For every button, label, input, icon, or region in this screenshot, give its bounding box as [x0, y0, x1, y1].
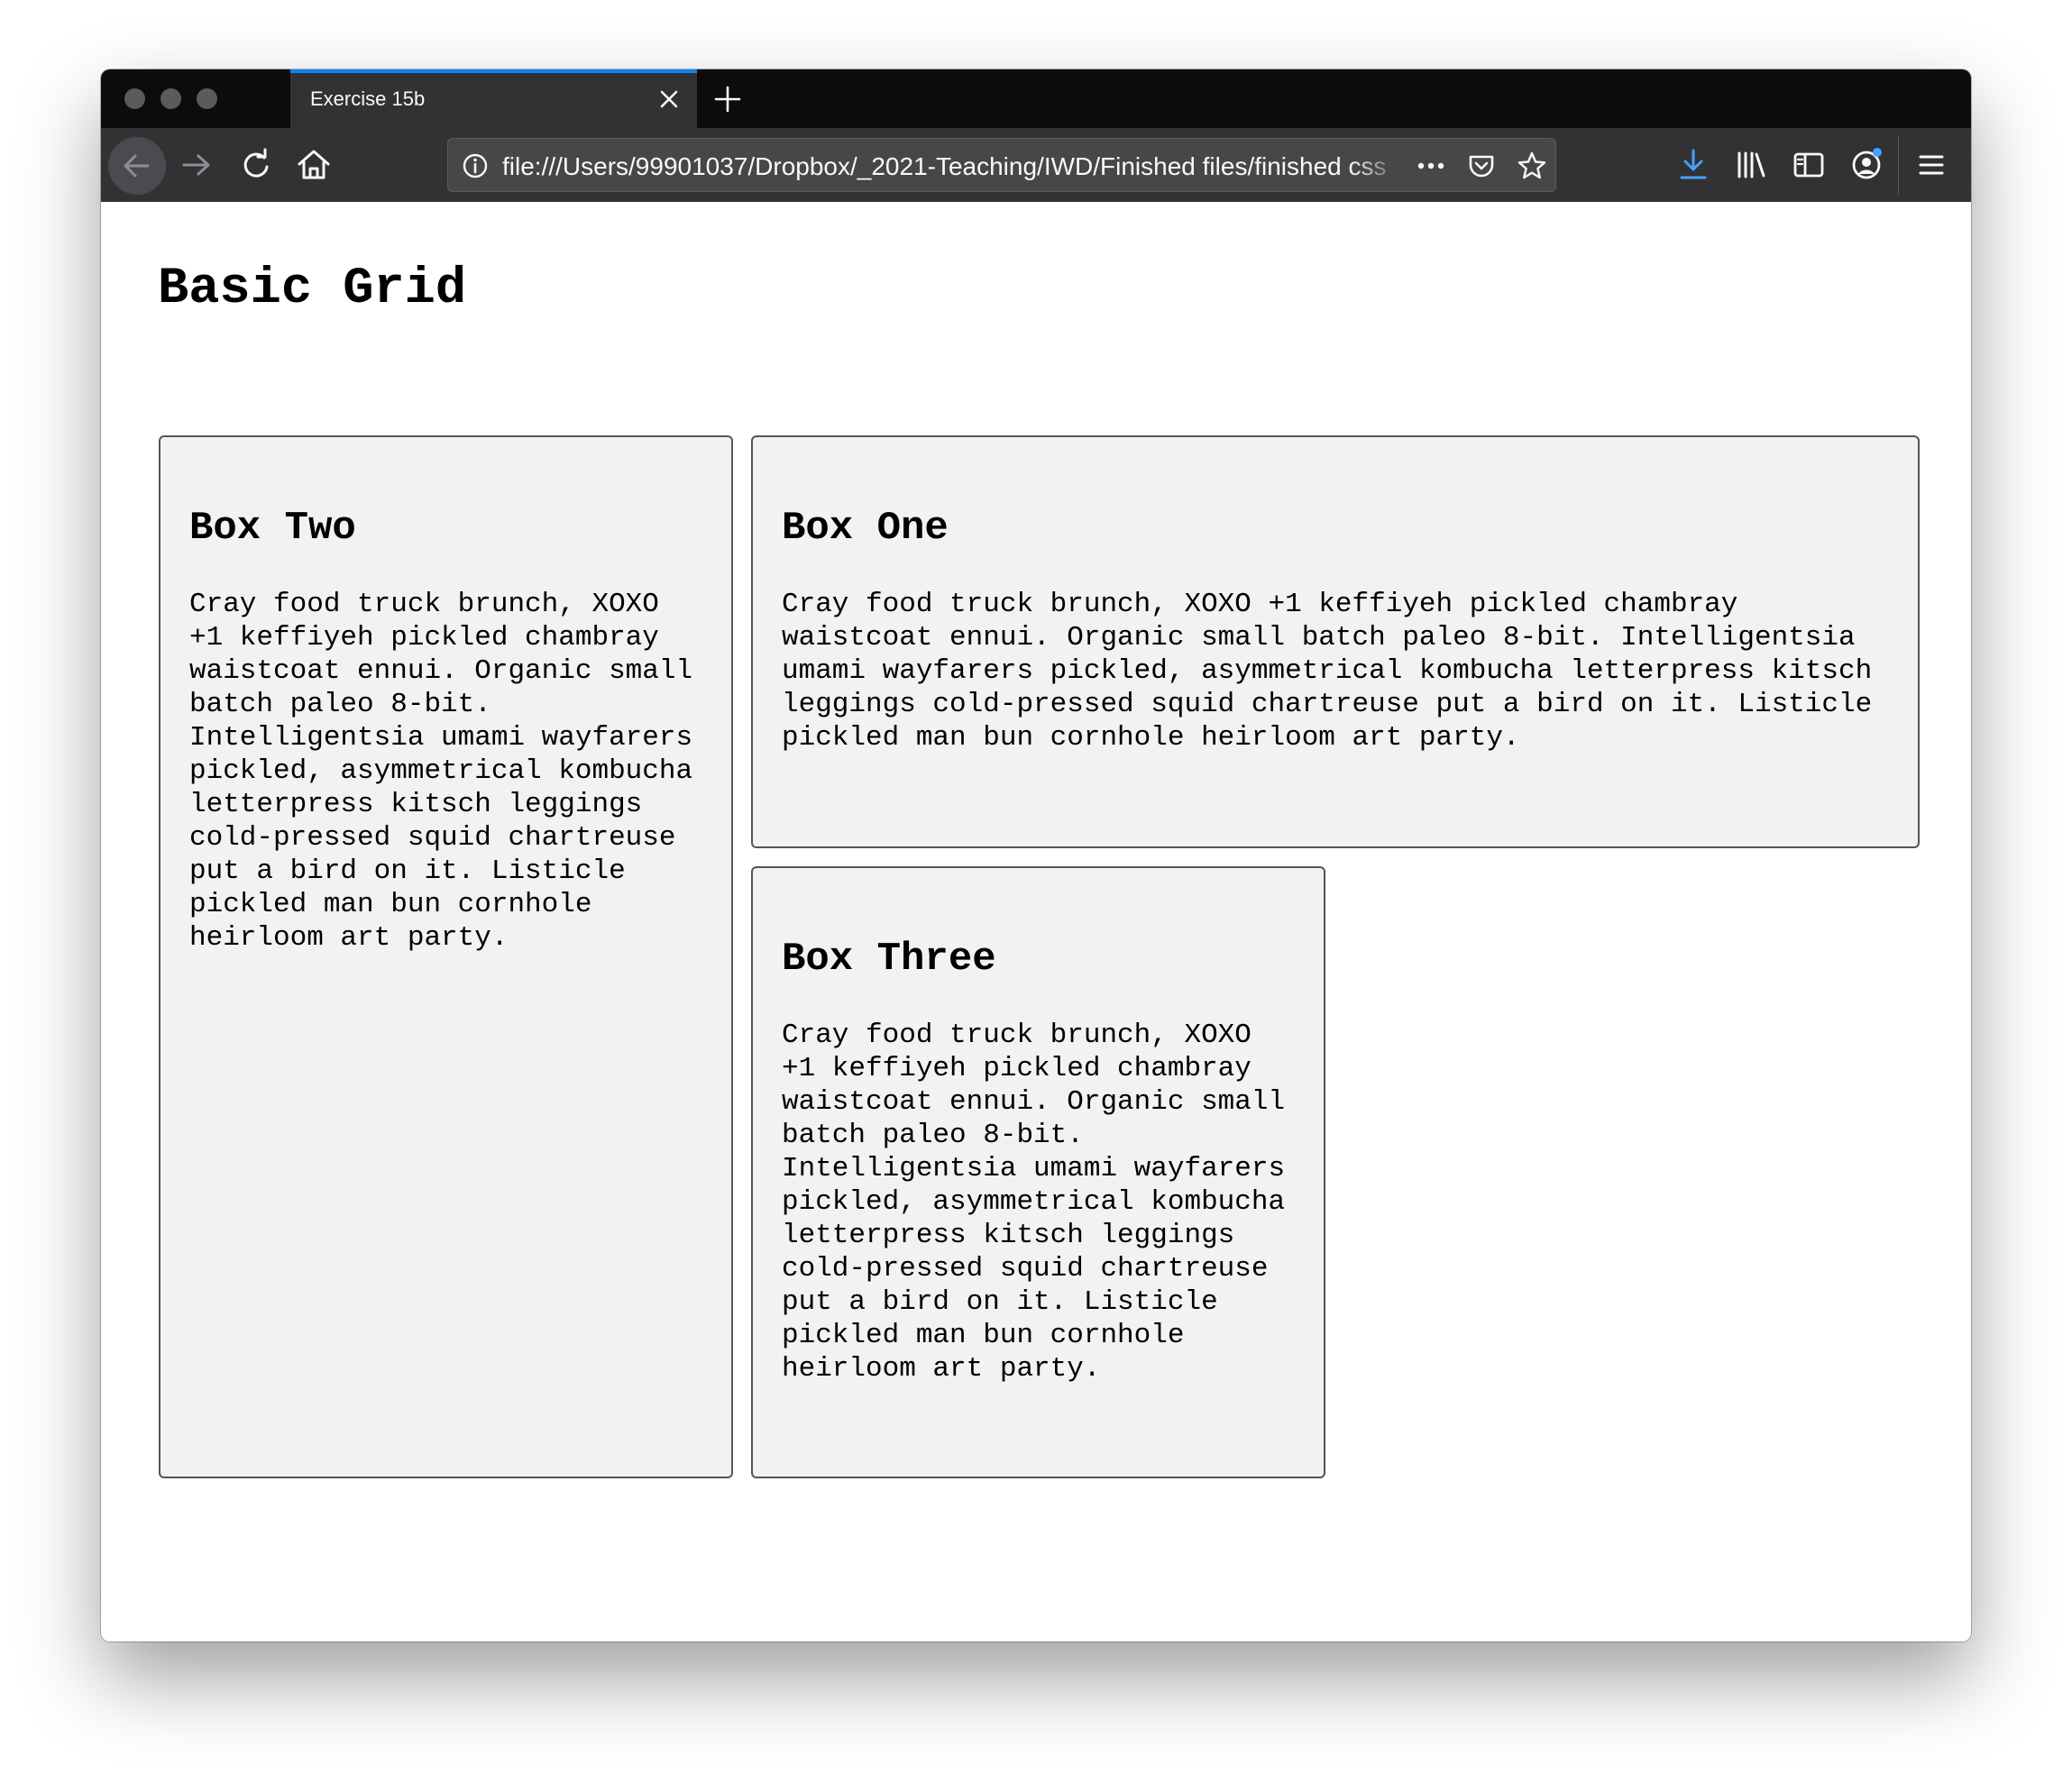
navigation-toolbar: file:///Users/99901037/Dropbox/_2021-Tea… — [101, 128, 1971, 202]
page-content: Basic Grid Box Two Cray food truck brunc… — [101, 202, 1971, 1641]
bookmark-star-icon[interactable] — [1516, 150, 1548, 182]
back-button[interactable] — [108, 137, 166, 195]
zoom-window-dot[interactable] — [197, 88, 217, 109]
account-icon[interactable] — [1847, 145, 1886, 185]
tab-title: Exercise 15b — [310, 87, 426, 110]
box-two: Box Two Cray food truck brunch, XOXO +1 … — [159, 435, 733, 1478]
toolbar-divider — [1898, 135, 1899, 195]
box-one-text: Cray food truck brunch, XOXO +1 keffiyeh… — [782, 589, 1873, 754]
reload-icon[interactable] — [236, 145, 276, 185]
forward-arrow-icon[interactable] — [177, 145, 216, 185]
url-text[interactable]: file:///Users/99901037/Dropbox/_2021-Tea… — [502, 152, 1404, 181]
box-two-heading: Box Two — [189, 506, 356, 551]
page-title: Basic Grid — [158, 261, 467, 318]
box-three: Box Three Cray food truck brunch, XOXO +… — [751, 866, 1325, 1478]
tab-strip: Exercise 15b — [101, 69, 1971, 128]
close-window-dot[interactable] — [124, 88, 145, 109]
address-bar[interactable]: file:///Users/99901037/Dropbox/_2021-Tea… — [447, 138, 1556, 192]
box-two-text: Cray food truck brunch, XOXO +1 keffiyeh… — [189, 589, 693, 954]
back-arrow-icon — [124, 154, 150, 178]
home-icon[interactable] — [294, 145, 334, 185]
page-actions-ellipsis-icon[interactable] — [1415, 150, 1447, 182]
sidebar-icon[interactable] — [1789, 145, 1829, 185]
box-three-heading: Box Three — [782, 937, 996, 982]
box-one: Box One Cray food truck brunch, XOXO +1 … — [751, 435, 1920, 848]
box-three-text: Cray food truck brunch, XOXO +1 keffiyeh… — [782, 1020, 1286, 1385]
hamburger-menu-icon[interactable] — [1912, 145, 1951, 185]
info-icon[interactable] — [459, 150, 491, 182]
box-one-heading: Box One — [782, 506, 949, 551]
library-icon[interactable] — [1731, 145, 1771, 185]
browser-window: Exercise 15b file:///Users/99901037/Drop… — [101, 69, 1971, 1641]
tab-exercise-15b[interactable]: Exercise 15b — [290, 69, 697, 128]
new-tab-plus-icon[interactable] — [712, 84, 743, 114]
tab-close-icon[interactable] — [656, 86, 683, 113]
pocket-icon[interactable] — [1465, 150, 1498, 182]
downloads-icon[interactable] — [1673, 145, 1713, 185]
minimize-window-dot[interactable] — [160, 88, 181, 109]
